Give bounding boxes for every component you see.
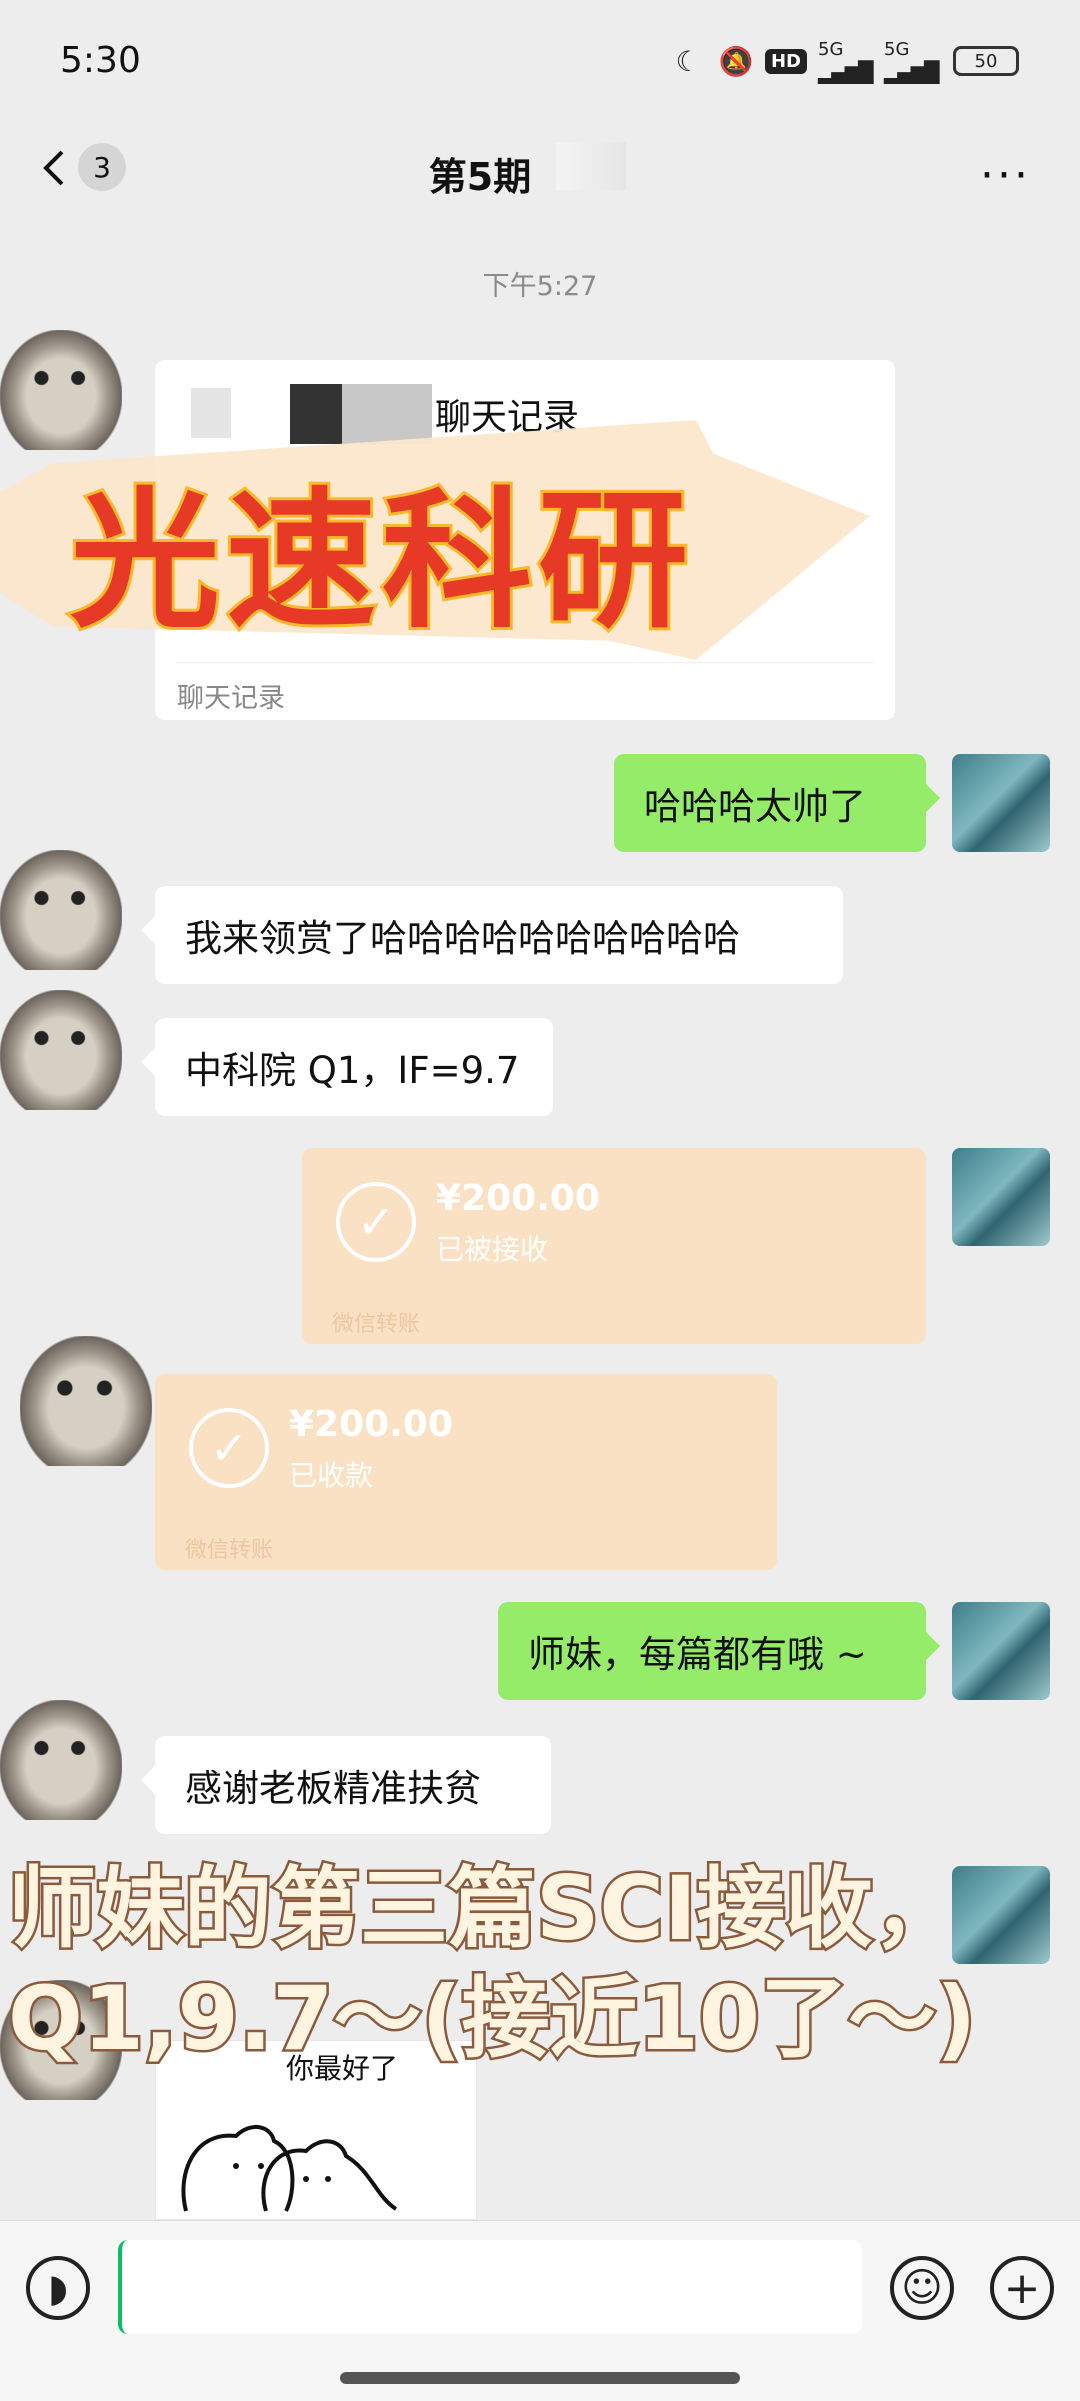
hd-badge: HD [762,44,810,78]
my-avatar[interactable] [952,754,1050,852]
redaction [342,384,432,444]
my-avatar[interactable] [952,1602,1050,1700]
signal-5g-icon: 5G ▂▄▆█ [818,39,878,84]
message-text: 中科院 Q1，IF=9.7 [185,1049,520,1092]
avatar[interactable] [0,330,122,450]
transfer-amount: ¥200.00 [436,1178,600,1219]
message-bubble-other[interactable]: 感谢老板精准扶贫 [141,1736,551,1834]
transfer-card-received[interactable]: ✓ ¥200.00 已收款 微信转账 [155,1374,777,1570]
transfer-status: 已收款 [289,1459,374,1492]
transfer-card-sent[interactable]: ✓ ¥200.00 已被接收 微信转账 [302,1148,926,1344]
transfer-amount: ¥200.00 [289,1404,453,1445]
moon-icon: ☾ [675,44,701,78]
sticker-drawing [181,2125,398,2212]
transfer-status: 已被接收 [436,1233,549,1266]
message-bubble-other[interactable]: 中科院 Q1，IF=9.7 [141,1018,553,1116]
signal-bars: ▂▄▆█ [818,59,874,84]
signal-5g-icon-2: 5G ▂▄▆█ [884,39,944,84]
chat-title: 第5期 [0,146,1080,201]
signal-bars-2: ▂▄▆█ [884,59,940,84]
message-bubble-other[interactable]: 我来领赏了哈哈哈哈哈哈哈哈哈哈 [141,886,843,984]
message-text: 我来领赏了哈哈哈哈哈哈哈哈哈哈 [185,917,740,960]
hd-badge-label: HD [764,48,807,74]
check-circle-icon: ✓ [336,1182,416,1262]
timestamp: 下午5:27 [482,271,598,302]
caption-line-2: Q1,9.7～(接近10了～) [6,1965,979,2073]
message-input[interactable] [118,2240,862,2334]
redaction [191,388,231,438]
avatar[interactable] [0,990,122,1110]
home-indicator[interactable] [340,2372,740,2384]
transfer-footer: 微信转账 [332,1312,421,1337]
avatar[interactable] [0,850,122,970]
message-text: 师妹，每篇都有哦 ~ [528,1633,867,1676]
mute-bell-icon: 🔕 [718,44,754,78]
title-redaction [556,142,626,190]
avatar[interactable] [0,1700,122,1820]
check-circle-icon: ✓ [189,1408,269,1488]
signal-label: 5G [818,38,844,60]
more-options-icon[interactable]: ··· [980,150,1050,201]
redaction [290,384,342,444]
status-time: 5:30 [60,40,141,81]
message-bubble-mine[interactable]: 哈哈哈太帅了 [614,754,940,852]
battery-level: 50 [953,46,1019,76]
my-avatar[interactable] [952,1148,1050,1246]
chat-title-text: 第5期 [428,155,532,199]
message-text: 哈哈哈太帅了 [644,785,866,828]
voice-icon[interactable]: ◗ [26,2256,90,2320]
battery-icon: 50 [950,44,1022,78]
message-text: 感谢老板精准扶贫 [185,1767,481,1810]
avatar[interactable] [20,1336,152,1466]
plus-icon[interactable]: + [990,2256,1054,2320]
caption-line-1: 师妹的第三篇SCI接收， [6,1855,964,1963]
divider [177,662,873,663]
message-bubble-mine[interactable]: 师妹，每篇都有哦 ~ [498,1602,940,1700]
banner-title: 光速科研 [67,472,695,652]
emoji-icon[interactable]: ☺ [890,2256,954,2320]
transfer-footer: 微信转账 [185,1538,274,1563]
forward-card-footer: 聊天记录 [177,683,285,714]
signal-label-2: 5G [884,38,910,60]
